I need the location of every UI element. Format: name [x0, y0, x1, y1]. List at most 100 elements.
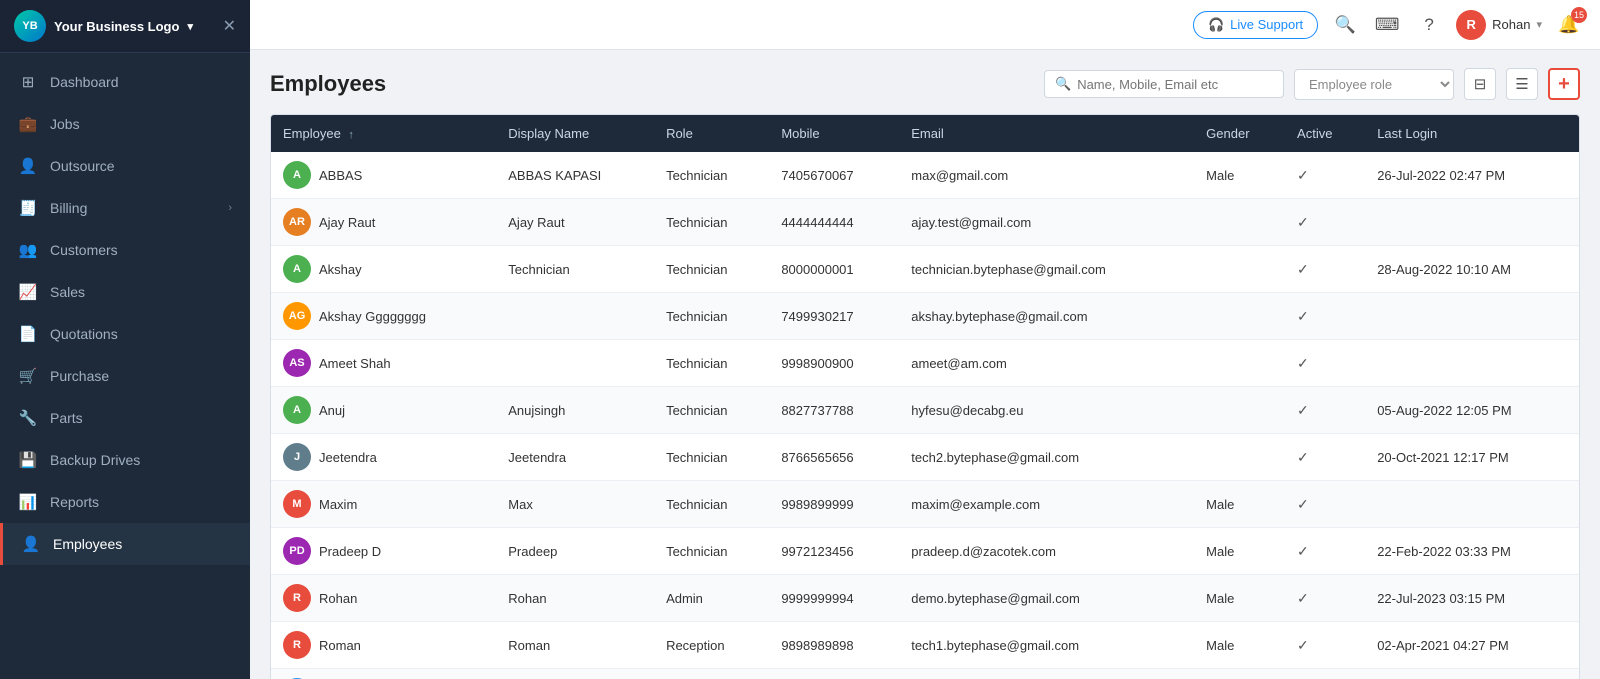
live-support-button[interactable]: 🎧 Live Support — [1193, 11, 1318, 39]
sidebar-logo[interactable]: YB Your Business Logo ▾ — [14, 10, 193, 42]
cell-gender — [1194, 340, 1285, 387]
employee-name: ABBAS — [319, 168, 362, 183]
cell-gender: Male — [1194, 575, 1285, 622]
check-icon: ✓ — [1297, 590, 1309, 606]
sidebar-item-jobs[interactable]: 💼 Jobs — [0, 103, 250, 145]
sidebar-item-parts[interactable]: 🔧 Parts — [0, 397, 250, 439]
cell-role: Technician — [654, 528, 769, 575]
cell-active: ✓ — [1285, 340, 1365, 387]
check-icon: ✓ — [1297, 355, 1309, 371]
cell-last-login: 26-Jul-2022 02:47 PM — [1365, 152, 1579, 199]
cell-mobile: 9989899999 — [769, 481, 899, 528]
sidebar-header: YB Your Business Logo ▾ ✕ — [0, 0, 250, 53]
cell-employee: AR Ajay Raut — [271, 199, 496, 246]
role-select[interactable]: Employee role Technician Admin Reception… — [1294, 69, 1454, 100]
sidebar-item-dashboard[interactable]: ⊞ Dashboard — [0, 61, 250, 103]
purchase-icon: 🛒 — [18, 366, 38, 386]
cell-gender — [1194, 199, 1285, 246]
sidebar-item-backup-drives[interactable]: 💾 Backup Drives — [0, 439, 250, 481]
cell-last-login: 02-Apr-2021 04:27 PM — [1365, 622, 1579, 669]
sidebar-nav: ⊞ Dashboard 💼 Jobs 👤 Outsource 🧾 Billing… — [0, 53, 250, 679]
table-row[interactable]: S Scully Delivery Delivery 6767878878 de… — [271, 669, 1579, 679]
sidebar-item-billing[interactable]: 🧾 Billing › — [0, 187, 250, 229]
cell-role: Technician — [654, 340, 769, 387]
cell-email: max@gmail.com — [899, 152, 1194, 199]
table-row[interactable]: PD Pradeep D Pradeep Technician 99721234… — [271, 528, 1579, 575]
cell-last-login — [1365, 669, 1579, 679]
add-employee-button[interactable]: + — [1548, 68, 1580, 100]
cell-mobile: 7405670067 — [769, 152, 899, 199]
cell-mobile: 9972123456 — [769, 528, 899, 575]
search-input[interactable] — [1077, 77, 1273, 92]
sidebar-item-outsource[interactable]: 👤 Outsource — [0, 145, 250, 187]
search-icon[interactable]: 🔍 — [1330, 10, 1360, 40]
keyboard-icon[interactable]: ⌨ — [1372, 10, 1402, 40]
sidebar-item-label: Purchase — [50, 368, 232, 384]
table-row[interactable]: AG Akshay Gggggggg Technician 7499930217… — [271, 293, 1579, 340]
cell-display-name: ABBAS KAPASI — [496, 152, 654, 199]
cell-email: tech1.bytephase@gmail.com — [899, 622, 1194, 669]
headset-icon: 🎧 — [1208, 17, 1224, 33]
table-row[interactable]: R Roman Roman Reception 9898989898 tech1… — [271, 622, 1579, 669]
cell-display-name — [496, 340, 654, 387]
sidebar-item-customers[interactable]: 👥 Customers — [0, 229, 250, 271]
col-gender: Gender — [1194, 115, 1285, 152]
cell-mobile: 4444444444 — [769, 199, 899, 246]
help-icon[interactable]: ? — [1414, 10, 1444, 40]
table-header-row: Employee ↑ Display Name Role Mobile Emai… — [271, 115, 1579, 152]
list-view-icon[interactable]: ☰ — [1506, 68, 1538, 100]
cell-gender: Male — [1194, 528, 1285, 575]
close-icon[interactable]: ✕ — [223, 16, 236, 36]
cell-employee: R Rohan — [271, 575, 496, 622]
cell-mobile: 7499930217 — [769, 293, 899, 340]
avatar: R — [283, 631, 311, 659]
cell-role: Technician — [654, 199, 769, 246]
cell-display-name: Delivery — [496, 669, 654, 679]
cell-active: ✓ — [1285, 575, 1365, 622]
cell-display-name — [496, 293, 654, 340]
table-row[interactable]: A Akshay Technician Technician 800000000… — [271, 246, 1579, 293]
cell-display-name: Rohan — [496, 575, 654, 622]
table-row[interactable]: AR Ajay Raut Ajay Raut Technician 444444… — [271, 199, 1579, 246]
cell-gender: Male — [1194, 152, 1285, 199]
sidebar-item-quotations[interactable]: 📄 Quotations — [0, 313, 250, 355]
customers-icon: 👥 — [18, 240, 38, 260]
cell-gender — [1194, 387, 1285, 434]
sort-icon[interactable]: ↑ — [348, 129, 354, 141]
cell-employee: S Scully — [271, 669, 496, 679]
table-row[interactable]: A Anuj Anujsingh Technician 8827737788 h… — [271, 387, 1579, 434]
cell-email: tech2.bytephase@gmail.com — [899, 434, 1194, 481]
filter-icon[interactable]: ⊟ — [1464, 68, 1496, 100]
sidebar-item-purchase[interactable]: 🛒 Purchase — [0, 355, 250, 397]
col-email: Email — [899, 115, 1194, 152]
table-row[interactable]: R Rohan Rohan Admin 9999999994 demo.byte… — [271, 575, 1579, 622]
cell-gender — [1194, 246, 1285, 293]
cell-gender — [1194, 669, 1285, 679]
table-row[interactable]: A ABBAS ABBAS KAPASI Technician 74056700… — [271, 152, 1579, 199]
user-badge[interactable]: R Rohan ▾ — [1456, 10, 1542, 40]
cell-last-login — [1365, 293, 1579, 340]
main-content: 🎧 Live Support 🔍 ⌨ ? R Rohan ▾ 🔔 15 Empl… — [250, 0, 1600, 679]
notification-icon[interactable]: 🔔 15 — [1554, 10, 1584, 40]
cell-active: ✓ — [1285, 387, 1365, 434]
cell-active: ✓ — [1285, 434, 1365, 481]
search-box[interactable]: 🔍 — [1044, 70, 1284, 98]
check-icon: ✓ — [1297, 449, 1309, 465]
table-row[interactable]: AS Ameet Shah Technician 9998900900 amee… — [271, 340, 1579, 387]
check-icon: ✓ — [1297, 167, 1309, 183]
user-name: Rohan — [1492, 17, 1530, 32]
cell-email: technician.bytephase@gmail.com — [899, 246, 1194, 293]
reports-icon: 📊 — [18, 492, 38, 512]
sidebar-item-sales[interactable]: 📈 Sales — [0, 271, 250, 313]
cell-role: Reception — [654, 622, 769, 669]
sidebar-item-reports[interactable]: 📊 Reports — [0, 481, 250, 523]
check-icon: ✓ — [1297, 543, 1309, 559]
sidebar-item-label: Backup Drives — [50, 452, 232, 468]
search-icon: 🔍 — [1055, 76, 1071, 92]
cell-employee: AS Ameet Shah — [271, 340, 496, 387]
table-row[interactable]: M Maxim Max Technician 9989899999 maxim@… — [271, 481, 1579, 528]
cell-email: ameet@am.com — [899, 340, 1194, 387]
sidebar-item-label: Parts — [50, 410, 232, 426]
table-row[interactable]: J Jeetendra Jeetendra Technician 8766565… — [271, 434, 1579, 481]
sidebar-item-employees[interactable]: 👤 Employees — [0, 523, 250, 565]
